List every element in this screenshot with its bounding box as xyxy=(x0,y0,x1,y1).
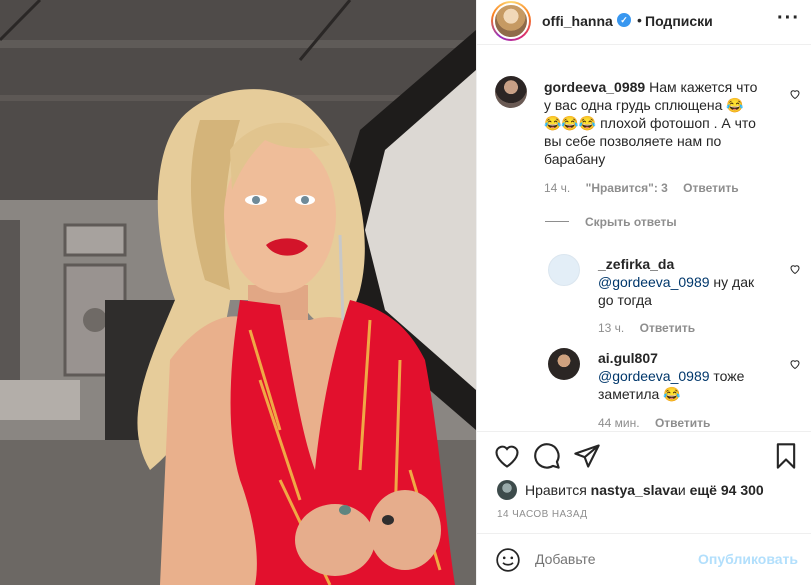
comment-username[interactable]: gordeeva_0989 xyxy=(544,79,645,95)
post-header: offi_hanna ✓ • Подписки ··· xyxy=(477,0,811,45)
comment-text-line2: у вас одна грудь сплющена 😂 xyxy=(544,97,744,113)
publish-button[interactable]: Опубликовать xyxy=(698,551,798,567)
share-icon[interactable] xyxy=(573,442,601,470)
verified-badge-icon: ✓ xyxy=(617,13,631,27)
like-comment-icon[interactable] xyxy=(789,88,801,100)
author-avatar[interactable] xyxy=(491,1,531,41)
reply-text-b: заметила 😂 xyxy=(598,386,681,402)
emoji-icon[interactable] xyxy=(495,547,521,573)
reply-avatar[interactable] xyxy=(548,254,580,286)
comment-time: 14 ч. xyxy=(544,181,571,195)
reply-button[interactable]: Ответить xyxy=(683,181,738,195)
comment-body: gordeeva_0989 Нам кажется что у вас одна… xyxy=(544,78,784,168)
reply-text-b: go тогда xyxy=(598,292,652,308)
like-icon[interactable] xyxy=(493,442,521,470)
save-bookmark-icon[interactable] xyxy=(772,442,800,470)
comment-input[interactable] xyxy=(535,551,695,567)
add-comment-bar: Опубликовать xyxy=(477,533,811,585)
reply-meta: 44 мин. Ответить xyxy=(598,416,722,430)
reply-button[interactable]: Ответить xyxy=(655,416,710,430)
comment-text-line1: Нам кажется что xyxy=(649,79,758,95)
liker-username[interactable]: nastya_slava xyxy=(591,482,678,498)
reply-meta: 13 ч. Ответить xyxy=(598,321,707,335)
reply-button[interactable]: Ответить xyxy=(640,321,695,335)
comment-text-line3: 😂😂😂 плохой фотошоп . А что xyxy=(544,115,756,131)
reply-username[interactable]: ai.gul807 xyxy=(598,350,658,366)
reply-text-a: ну дак xyxy=(709,274,755,290)
reply-time: 13 ч. xyxy=(598,321,625,335)
like-reply-icon[interactable] xyxy=(789,358,801,370)
photo-illustration xyxy=(0,0,476,585)
replies-divider xyxy=(545,221,569,222)
comment-likes[interactable]: "Нравится": 3 xyxy=(586,181,668,195)
likes-count[interactable]: ещё 94 300 xyxy=(690,482,764,498)
hide-replies-button[interactable]: Скрыть ответы xyxy=(585,215,677,229)
header-separator: • xyxy=(637,12,642,28)
reply-mention[interactable]: @gordeeva_0989 xyxy=(598,274,710,290)
post-timestamp[interactable]: 14 ЧАСОВ НАЗАД xyxy=(497,509,587,520)
following-button[interactable]: Подписки xyxy=(645,13,713,29)
likes-summary: Нравится nastya_slava и ещё 94 300 xyxy=(497,480,764,500)
comment-icon[interactable] xyxy=(533,442,561,470)
reply-mention[interactable]: @gordeeva_0989 xyxy=(598,368,710,384)
liker-avatar[interactable] xyxy=(497,480,517,500)
reply-time: 44 мин. xyxy=(598,416,640,430)
reply-body: _zefirka_da @gordeeva_0989 ну дак go тог… xyxy=(598,255,788,309)
post-panel: offi_hanna ✓ • Подписки ··· gordeeva_098… xyxy=(476,0,811,585)
comment-text-line4: вы себе позволяете нам по xyxy=(544,133,722,149)
reply-avatar[interactable] xyxy=(548,348,580,380)
reply-body: ai.gul807 @gordeeva_0989 тоже заметила 😂 xyxy=(598,349,788,403)
likes-middle: и xyxy=(677,482,686,498)
comment-meta: 14 ч. "Нравится": 3 Ответить xyxy=(544,181,751,195)
comments-list[interactable]: gordeeva_0989 Нам кажется что у вас одна… xyxy=(477,46,811,431)
author-username[interactable]: offi_hanna xyxy=(542,13,613,29)
likes-prefix: Нравится xyxy=(525,482,587,498)
reply-username[interactable]: _zefirka_da xyxy=(598,256,674,272)
reply-text-a: тоже xyxy=(709,368,745,384)
more-options-icon[interactable]: ··· xyxy=(777,7,800,30)
comment-text-line5: барабану xyxy=(544,151,606,167)
like-reply-icon[interactable] xyxy=(789,263,801,275)
action-bar xyxy=(477,431,811,481)
post-photo[interactable] xyxy=(0,0,476,585)
comment-avatar[interactable] xyxy=(495,76,527,108)
